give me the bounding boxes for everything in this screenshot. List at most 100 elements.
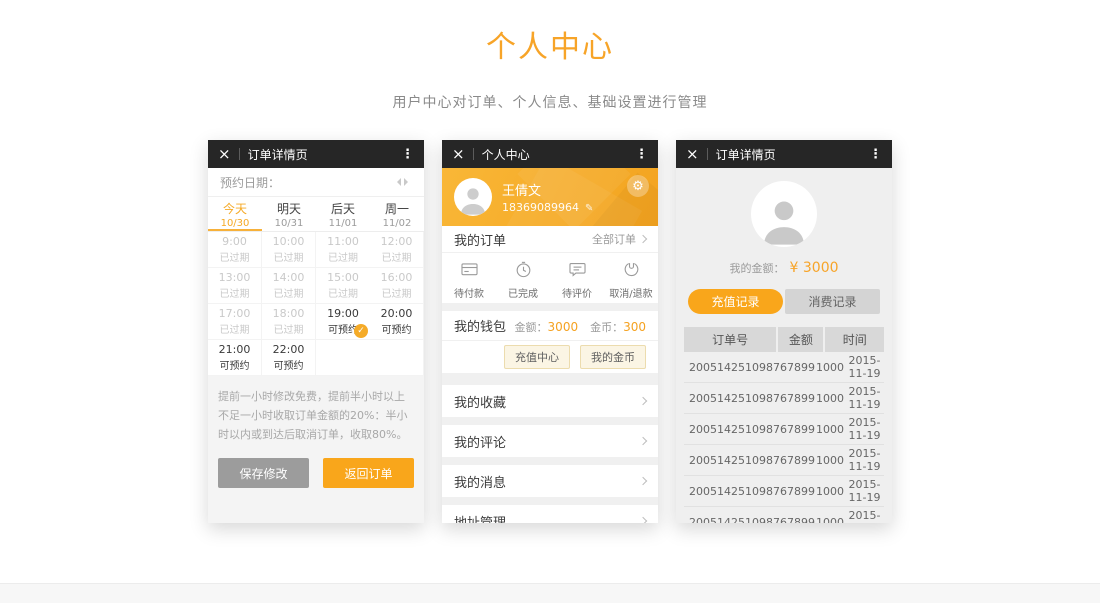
page-footer [0, 583, 1100, 603]
date-tabs: 今天 10/30 明天 10/31 后天 11/01 周一 11/02 [208, 196, 424, 232]
menu-item[interactable]: 我的评论 [442, 425, 658, 457]
settings-button[interactable]: ⚙ [627, 175, 649, 197]
time-slot[interactable]: 20:00 可预约 ✓ [370, 304, 424, 340]
avatar-section [676, 168, 892, 247]
clock-icon [514, 260, 533, 279]
slot-status: 已过期 [316, 285, 370, 300]
phone2-body: 王倩文 18369089964✎ ⚙ 我的订单 全部订单 [442, 168, 658, 523]
edit-icon[interactable]: ✎ [585, 203, 593, 214]
menu-item[interactable]: 我的消息 [442, 465, 658, 497]
order-number-cell: 200514251098767899 [684, 392, 815, 405]
time-slot[interactable]: 15:00 已过期 ✓ [316, 268, 370, 304]
time-slot[interactable]: 9:00 已过期 ✓ [208, 232, 262, 268]
order-category-cancel-refund[interactable]: 取消/退款 [604, 253, 658, 303]
time-slot[interactable]: 16:00 已过期 ✓ [370, 268, 424, 304]
date-tab-date: 10/31 [262, 218, 316, 229]
coins-label: 金币： [590, 321, 623, 334]
comment-icon [568, 260, 587, 279]
phone3-header-title: 订单详情页 [716, 146, 869, 163]
records-table: 订单号 金额 时间 200514251098767899 1000 2015-1… [684, 327, 884, 523]
menu-item[interactable]: 我的收藏 [442, 385, 658, 417]
time-slot[interactable]: 10:00 已过期 ✓ [262, 232, 316, 268]
time-slot[interactable]: 17:00 已过期 ✓ [208, 304, 262, 340]
table-row: 200514251098767899 1000 2015-11-19 [684, 383, 884, 414]
time-slot[interactable]: ✓ [370, 340, 424, 376]
next-arrow-icon[interactable] [404, 178, 412, 186]
phone3-header: × 订单详情页 ⋮ [676, 140, 892, 168]
date-tab[interactable]: 今天 10/30 [208, 197, 262, 231]
date-cell: 2015-11-19 [845, 354, 884, 380]
menu-dots-icon[interactable]: ⋮ [869, 147, 882, 162]
amount-cell: 1000 [815, 485, 845, 498]
menu-item-label: 我的收藏 [454, 392, 506, 411]
wrench-icon [622, 260, 641, 279]
time-slot[interactable]: ✓ [316, 340, 370, 376]
my-coins-button[interactable]: 我的金币 [580, 345, 646, 369]
header-divider [239, 148, 240, 160]
amount-cell: 1000 [815, 454, 845, 467]
phone1-header: × 订单详情页 ⋮ [208, 140, 424, 168]
order-category-label: 待评价 [550, 285, 604, 300]
date-tab[interactable]: 后天 11/01 [316, 197, 370, 231]
person-icon [456, 182, 490, 216]
date-tab[interactable]: 周一 11/02 [370, 197, 424, 231]
menu-dots-icon[interactable]: ⋮ [401, 147, 414, 162]
menu-item[interactable]: 地址管理 [442, 505, 658, 523]
close-icon[interactable]: × [452, 147, 465, 162]
section-gap [442, 303, 658, 311]
slot-time: 12:00 [370, 235, 423, 248]
slot-time: 13:00 [208, 271, 261, 284]
column-header-order-no: 订单号 [684, 327, 776, 352]
amount-cell: 1000 [815, 423, 845, 436]
profile-info: 王倩文 18369089964✎ [502, 180, 593, 214]
wallet-values: 金额：3000 金币：300 [515, 316, 646, 335]
recharge-center-button[interactable]: 充值中心 [504, 345, 570, 369]
header-divider [707, 148, 708, 160]
date-tab-date: 11/02 [370, 218, 424, 229]
slot-time: 16:00 [370, 271, 423, 284]
slot-time: 14:00 [262, 271, 315, 284]
order-category-pending-payment[interactable]: 待付款 [442, 253, 496, 303]
close-icon[interactable]: × [686, 147, 699, 162]
cancel-policy-note: 提前一小时修改免费，提前半小时以上不足一小时收取订单金额的20%：半小时以内或到… [218, 387, 414, 444]
slot-status: 已过期 [208, 285, 261, 300]
avatar [751, 181, 817, 247]
order-number-cell: 200514251098767899 [684, 485, 815, 498]
balance-value: ¥ 3000 [790, 260, 839, 276]
phone1-header-title: 订单详情页 [248, 146, 401, 163]
order-category-completed[interactable]: 已完成 [496, 253, 550, 303]
prev-arrow-icon[interactable] [393, 178, 401, 186]
time-slot[interactable]: 14:00 已过期 ✓ [262, 268, 316, 304]
wallet-header: 我的钱包 金额：3000 金币：300 [442, 311, 658, 341]
time-slot[interactable]: 11:00 已过期 ✓ [316, 232, 370, 268]
order-category-label: 待付款 [442, 285, 496, 300]
back-to-order-button[interactable]: 返回订单 [323, 458, 414, 488]
close-icon[interactable]: × [218, 147, 231, 162]
balance-label: 我的金额： [729, 262, 784, 275]
time-slot[interactable]: 18:00 已过期 ✓ [262, 304, 316, 340]
order-category-pending-review[interactable]: 待评价 [550, 253, 604, 303]
slot-status: 已过期 [208, 321, 261, 336]
tab-recharge-records[interactable]: 充值记录 [688, 289, 783, 314]
date-tab[interactable]: 明天 10/31 [262, 197, 316, 231]
date-tab-day: 周一 [370, 200, 424, 217]
all-orders-label: 全部订单 [592, 231, 636, 247]
save-changes-button[interactable]: 保存修改 [218, 458, 309, 488]
time-slot[interactable]: 13:00 已过期 ✓ [208, 268, 262, 304]
time-slot[interactable]: 19:00 可预约 ✓ [316, 304, 370, 340]
table-rows: 200514251098767899 1000 2015-11-19 20051… [684, 352, 884, 523]
selected-check-icon: ✓ [354, 324, 368, 338]
booking-date-row: 预约日期： [208, 168, 424, 196]
menu-dots-icon[interactable]: ⋮ [635, 147, 648, 162]
tab-consume-records[interactable]: 消费记录 [785, 289, 880, 314]
order-categories: 待付款 已完成 待评价 取消/退款 [442, 253, 658, 303]
avatar [454, 178, 492, 216]
time-slot[interactable]: 22:00 可预约 ✓ [262, 340, 316, 376]
phone-mockups: × 订单详情页 ⋮ 预约日期： 今天 10/30 明天 10/31 [0, 140, 1100, 523]
orders-card: 我的订单 全部订单 待付款 已完成 [442, 226, 658, 303]
chevron-right-icon [639, 517, 647, 523]
all-orders-link[interactable]: 全部订单 [592, 231, 646, 247]
time-slot[interactable]: 12:00 已过期 ✓ [370, 232, 424, 268]
time-slot[interactable]: 21:00 可预约 ✓ [208, 340, 262, 376]
slot-status: 已过期 [208, 249, 261, 264]
